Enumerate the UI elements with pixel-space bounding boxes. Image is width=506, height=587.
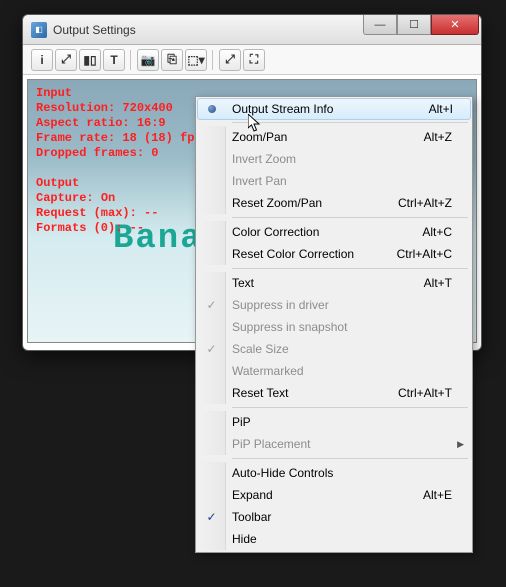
menu-item-suppress-in-snapshot: Suppress in snapshot bbox=[198, 316, 470, 338]
menu-item-label: Auto-Hide Controls bbox=[232, 466, 452, 480]
snapshot-icon[interactable]: 📷 bbox=[137, 49, 159, 71]
window-controls: — ☐ ✕ bbox=[363, 15, 479, 35]
chevron-right-icon: ▶ bbox=[457, 439, 464, 450]
menu-item-pip-placement: PiP Placement ▶ bbox=[198, 433, 470, 455]
menu-gutter bbox=[198, 192, 226, 214]
menu-item-zoom-pan[interactable]: Zoom/PanAlt+Z bbox=[198, 126, 470, 148]
menu-item-label: Scale Size bbox=[232, 342, 452, 356]
menu-gutter: ✓ bbox=[198, 506, 226, 528]
color-icon[interactable]: ▮▯ bbox=[79, 49, 101, 71]
check-icon: ✓ bbox=[206, 510, 216, 524]
menu-item-label: Reset Zoom/Pan bbox=[232, 196, 398, 210]
menu-item-label: Invert Pan bbox=[232, 174, 452, 188]
menu-item-accelerator: Alt+C bbox=[422, 225, 452, 239]
text-icon[interactable]: T bbox=[103, 49, 125, 71]
menu-item-suppress-in-driver: ✓ Suppress in driver bbox=[198, 294, 470, 316]
menu-gutter bbox=[198, 126, 226, 148]
display-mode-icon[interactable]: ⬚▾ bbox=[185, 49, 207, 71]
menu-gutter bbox=[198, 411, 226, 433]
menu-gutter bbox=[198, 243, 226, 265]
menu-item-label: Zoom/Pan bbox=[232, 130, 424, 144]
menu-separator bbox=[232, 217, 468, 218]
menu-item-accelerator: Alt+E bbox=[423, 488, 452, 502]
menu-item-reset-zoom-pan[interactable]: Reset Zoom/PanCtrl+Alt+Z bbox=[198, 192, 470, 214]
zoom-icon[interactable]: ⤢ bbox=[55, 49, 77, 71]
menu-item-label: PiP bbox=[232, 415, 452, 429]
menu-separator bbox=[232, 268, 468, 269]
menu-item-label: Invert Zoom bbox=[232, 152, 452, 166]
menu-gutter bbox=[198, 484, 226, 506]
app-icon: ◧ bbox=[31, 22, 47, 38]
check-icon: ✓ bbox=[206, 342, 216, 356]
menu-item-reset-color-correction[interactable]: Reset Color CorrectionCtrl+Alt+C bbox=[198, 243, 470, 265]
menu-gutter bbox=[198, 382, 226, 404]
menu-gutter bbox=[198, 462, 226, 484]
info-icon[interactable]: i bbox=[31, 49, 53, 71]
titlebar[interactable]: ◧ Output Settings — ☐ ✕ bbox=[23, 15, 481, 45]
menu-item-label: Reset Color Correction bbox=[232, 247, 397, 261]
expand-icon[interactable]: ⤢ bbox=[219, 49, 241, 71]
menu-item-accelerator: Ctrl+Alt+C bbox=[397, 247, 452, 261]
osd-overlay: Input Resolution: 720x400 Aspect ratio: … bbox=[36, 86, 202, 236]
menu-gutter bbox=[198, 170, 226, 192]
menu-item-output-stream-info[interactable]: Output Stream InfoAlt+I bbox=[197, 98, 471, 120]
window-title: Output Settings bbox=[53, 23, 136, 37]
menu-item-label: Output Stream Info bbox=[232, 102, 429, 116]
menu-item-accelerator: Alt+I bbox=[429, 102, 453, 116]
menu-gutter bbox=[198, 99, 226, 119]
close-button[interactable]: ✕ bbox=[431, 15, 479, 35]
menu-gutter bbox=[198, 316, 226, 338]
menu-item-label: Suppress in snapshot bbox=[232, 320, 452, 334]
menu-gutter bbox=[198, 433, 226, 455]
menu-item-label: Watermarked bbox=[232, 364, 452, 378]
menu-item-accelerator: Ctrl+Alt+T bbox=[398, 386, 452, 400]
menu-item-accelerator: Alt+T bbox=[424, 276, 452, 290]
menu-item-reset-text[interactable]: Reset TextCtrl+Alt+T bbox=[198, 382, 470, 404]
maximize-button[interactable]: ☐ bbox=[397, 15, 431, 35]
menu-item-label: Toolbar bbox=[232, 510, 452, 524]
menu-separator bbox=[232, 458, 468, 459]
menu-item-label: PiP Placement bbox=[232, 437, 452, 451]
menu-gutter bbox=[198, 360, 226, 382]
menu-separator bbox=[232, 407, 468, 408]
menu-gutter: ✓ bbox=[198, 338, 226, 360]
menu-item-scale-size: ✓ Scale Size bbox=[198, 338, 470, 360]
menu-item-label: Text bbox=[232, 276, 424, 290]
menu-item-accelerator: Alt+Z bbox=[424, 130, 452, 144]
check-icon: ✓ bbox=[206, 298, 216, 312]
bullet-icon bbox=[208, 105, 216, 113]
menu-item-label: Expand bbox=[232, 488, 423, 502]
menu-item-label: Suppress in driver bbox=[232, 298, 452, 312]
menu-item-invert-pan: Invert Pan bbox=[198, 170, 470, 192]
menu-item-pip[interactable]: PiP bbox=[198, 411, 470, 433]
menu-gutter bbox=[198, 148, 226, 170]
menu-gutter bbox=[198, 272, 226, 294]
menu-gutter: ✓ bbox=[198, 294, 226, 316]
menu-item-toolbar[interactable]: ✓ Toolbar bbox=[198, 506, 470, 528]
toolbar: i ⤢ ▮▯ T 📷 ⎘ ⬚▾ ⤢ ⛶ bbox=[23, 45, 481, 75]
menu-item-auto-hide-controls[interactable]: Auto-Hide Controls bbox=[198, 462, 470, 484]
minimize-button[interactable]: — bbox=[363, 15, 397, 35]
menu-gutter bbox=[198, 221, 226, 243]
menu-item-text[interactable]: TextAlt+T bbox=[198, 272, 470, 294]
menu-item-accelerator: Ctrl+Alt+Z bbox=[398, 196, 452, 210]
menu-item-watermarked: Watermarked bbox=[198, 360, 470, 382]
menu-item-hide[interactable]: Hide bbox=[198, 528, 470, 550]
toolbar-separator bbox=[130, 50, 132, 70]
fullscreen-icon[interactable]: ⛶ bbox=[243, 49, 265, 71]
copy-icon[interactable]: ⎘ bbox=[161, 49, 183, 71]
menu-item-label: Reset Text bbox=[232, 386, 398, 400]
menu-item-color-correction[interactable]: Color CorrectionAlt+C bbox=[198, 221, 470, 243]
menu-item-label: Hide bbox=[232, 532, 452, 546]
menu-item-expand[interactable]: ExpandAlt+E bbox=[198, 484, 470, 506]
menu-item-invert-zoom: Invert Zoom bbox=[198, 148, 470, 170]
toolbar-separator bbox=[212, 50, 214, 70]
menu-separator bbox=[232, 122, 468, 123]
menu-gutter bbox=[198, 528, 226, 550]
context-menu: Output Stream InfoAlt+I Zoom/PanAlt+Z Inve… bbox=[195, 96, 473, 553]
menu-item-label: Color Correction bbox=[232, 225, 422, 239]
